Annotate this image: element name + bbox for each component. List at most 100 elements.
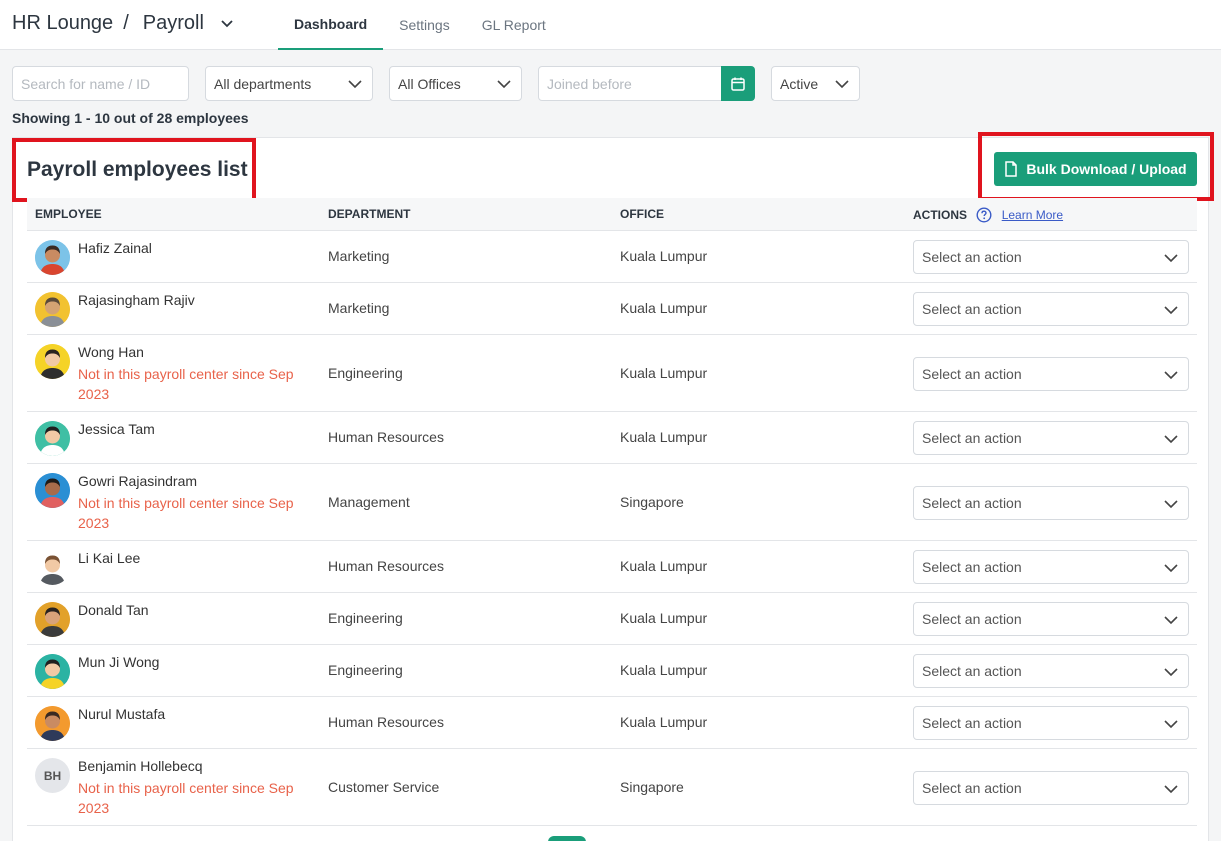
learn-more-link[interactable]: Learn More — [1002, 208, 1063, 222]
action-select[interactable]: Select an action — [913, 485, 1189, 520]
employee-name[interactable]: Rajasingham Rajiv — [78, 292, 195, 308]
employee-office: Kuala Lumpur — [620, 558, 708, 574]
calendar-button[interactable] — [721, 66, 755, 101]
employee-office: Singapore — [620, 778, 684, 795]
table-row: Li Kai Lee Human Resources Kuala Lumpur Sel… — [27, 541, 1197, 593]
chevron-down-icon — [1164, 668, 1178, 677]
highlight-box-bulk — [978, 132, 1214, 201]
action-select[interactable]: Select an action — [913, 240, 1189, 274]
table-row: BH Benjamin Hollebecq Not in this payroll … — [27, 749, 1197, 826]
joined-before-input[interactable]: Joined before — [538, 66, 722, 101]
table-row: Jessica Tam Human Resources Kuala Lumpur Se… — [27, 412, 1197, 464]
avatar — [35, 550, 70, 585]
action-select-placeholder: Select an action — [922, 249, 1022, 265]
column-department: DEPARTMENT — [328, 207, 411, 221]
table-row: Mun Ji Wong Engineering Kuala Lumpur Select… — [27, 645, 1197, 697]
chevron-down-icon — [835, 80, 849, 89]
action-select[interactable]: Select an action — [913, 602, 1189, 636]
employee-name[interactable]: Jessica Tam — [78, 421, 155, 437]
pagination-indicator[interactable] — [548, 836, 586, 841]
employee-status-note: Not in this payroll center since Sep 202… — [78, 366, 294, 402]
avatar — [35, 706, 70, 741]
help-icon[interactable] — [976, 207, 992, 223]
column-actions: ACTIONS Learn More — [913, 207, 1063, 223]
avatar — [35, 344, 70, 379]
app-title[interactable]: HR Lounge — [12, 12, 113, 35]
employee-name[interactable]: Gowri Rajasindram — [78, 473, 197, 489]
search-input[interactable]: Search for name / ID — [12, 66, 189, 101]
action-select[interactable]: Select an action — [913, 421, 1189, 455]
status-select-value: Active — [780, 75, 819, 92]
table-row: Rajasingham Rajiv Marketing Kuala Lumpur Se… — [27, 283, 1197, 335]
employee-office: Kuala Lumpur — [620, 248, 708, 264]
office-select[interactable]: All Offices — [389, 66, 522, 101]
action-select[interactable]: Select an action — [913, 292, 1189, 326]
action-select-placeholder: Select an action — [922, 663, 1022, 679]
tab-settings[interactable]: Settings — [383, 0, 466, 50]
breadcrumb: HR Lounge / Payroll — [12, 12, 234, 35]
action-select[interactable]: Select an action — [913, 356, 1189, 391]
tab-gl-report[interactable]: GL Report — [466, 0, 562, 50]
action-select[interactable]: Select an action — [913, 706, 1189, 740]
avatar — [35, 473, 70, 508]
department-select[interactable]: All departments — [205, 66, 373, 101]
employee-name[interactable]: Wong Han — [78, 344, 144, 360]
chevron-down-icon — [1164, 616, 1178, 625]
action-select[interactable]: Select an action — [913, 550, 1189, 584]
action-select-placeholder: Select an action — [922, 559, 1022, 575]
action-select-placeholder: Select an action — [922, 301, 1022, 317]
employee-office: Kuala Lumpur — [620, 300, 708, 316]
calendar-icon — [731, 77, 745, 91]
action-select[interactable]: Select an action — [913, 770, 1189, 805]
chevron-down-icon — [1164, 306, 1178, 315]
top-bar: HR Lounge / Payroll Dashboard Settings G… — [0, 0, 1221, 50]
office-select-value: All Offices — [398, 75, 461, 92]
employee-office: Kuala Lumpur — [620, 662, 708, 678]
avatar — [35, 240, 70, 275]
employee-department: Management — [328, 493, 410, 510]
table-row: Donald Tan Engineering Kuala Lumpur Select … — [27, 593, 1197, 645]
action-select[interactable]: Select an action — [913, 654, 1189, 688]
chevron-down-icon — [348, 80, 362, 89]
column-employee: EMPLOYEE — [35, 207, 102, 221]
employee-office: Kuala Lumpur — [620, 610, 708, 626]
employee-name[interactable]: Benjamin Hollebecq — [78, 758, 203, 774]
results-count: Showing 1 - 10 out of 28 employees — [12, 110, 249, 126]
action-select-placeholder: Select an action — [922, 430, 1022, 446]
column-actions-label: ACTIONS — [913, 208, 967, 222]
avatar — [35, 654, 70, 689]
employee-office: Kuala Lumpur — [620, 714, 708, 730]
employee-department: Engineering — [328, 662, 403, 678]
avatar — [35, 602, 70, 637]
employee-office: Kuala Lumpur — [620, 429, 708, 445]
chevron-down-icon[interactable] — [220, 17, 234, 31]
chevron-down-icon — [1164, 370, 1178, 379]
table-row: Wong Han Not in this payroll center since… — [27, 335, 1197, 412]
status-select[interactable]: Active — [771, 66, 860, 101]
breadcrumb-separator: / — [123, 12, 129, 34]
avatar — [35, 292, 70, 327]
action-select-placeholder: Select an action — [922, 779, 1022, 796]
tab-dashboard[interactable]: Dashboard — [278, 0, 384, 50]
action-select-placeholder: Select an action — [922, 715, 1022, 731]
employee-department: Customer Service — [328, 778, 440, 795]
employee-office: Kuala Lumpur — [620, 364, 708, 381]
employee-name[interactable]: Li Kai Lee — [78, 550, 140, 566]
table-row: Nurul Mustafa Human Resources Kuala Lumpur… — [27, 697, 1197, 749]
chevron-down-icon — [1164, 254, 1178, 263]
employee-name[interactable]: Donald Tan — [78, 602, 149, 618]
employee-department: Engineering — [328, 364, 403, 381]
employee-department: Engineering — [328, 610, 403, 626]
chevron-down-icon — [1164, 564, 1178, 573]
employee-table-body: Hafiz Zainal Marketing Kuala Lumpur Select … — [27, 231, 1197, 826]
chevron-down-icon — [1164, 784, 1178, 793]
table-row: Hafiz Zainal Marketing Kuala Lumpur Select … — [27, 231, 1197, 283]
employee-department: Marketing — [328, 248, 390, 264]
employee-name[interactable]: Nurul Mustafa — [78, 706, 165, 722]
chevron-down-icon — [1164, 720, 1178, 729]
employee-status-note: Not in this payroll center since Sep 202… — [78, 495, 294, 531]
department-select-value: All departments — [214, 75, 312, 92]
section-title[interactable]: Payroll — [143, 12, 204, 35]
employee-name[interactable]: Hafiz Zainal — [78, 240, 152, 256]
employee-name[interactable]: Mun Ji Wong — [78, 654, 159, 670]
